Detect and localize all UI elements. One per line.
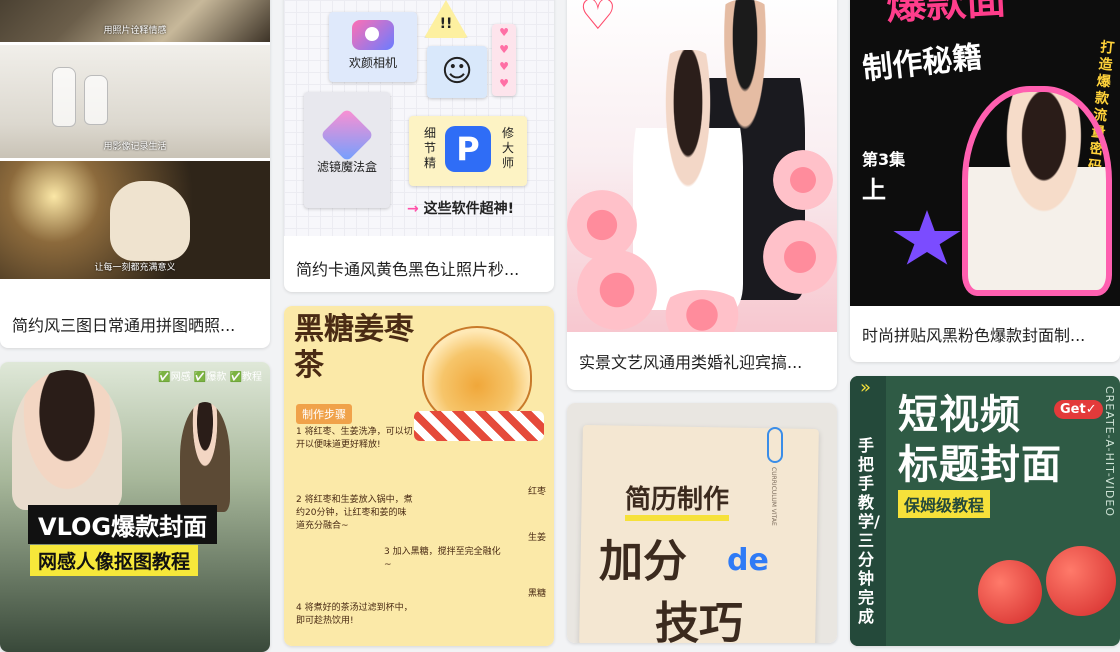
- resume-de-text: de: [727, 543, 769, 578]
- app-name-left: 细节精: [423, 126, 437, 171]
- chevron-down-icon: »: [860, 382, 871, 394]
- vertical-label: CREATE-A-HIT-VIDEO: [1103, 386, 1116, 517]
- portrait-figure: [180, 402, 230, 512]
- collage-photo-3: 让每一刻都充满意义: [0, 161, 270, 279]
- card-thumbnail: CURRICULUM VITAE 简历制作 加分 de 技巧: [567, 403, 837, 643]
- card-thumbnail: 欢颜相机 !! ☺ ♥♥♥♥ 滤镜魔法盒 细节精 P 修大师 → 这些软件超神!: [284, 0, 554, 236]
- ingredient-label: 生姜: [528, 530, 546, 543]
- feature-tags: ✅网感 ✅爆款 ✅教程: [158, 368, 262, 383]
- model-figure: [962, 86, 1112, 296]
- arrow-right-icon: →: [407, 201, 419, 217]
- card-caption-text: 简约风三图日常通用拼图晒照...: [12, 312, 235, 336]
- recipe-step: 2 将红枣和生姜放入锅中，煮约20分钟，让红枣和姜的味道充分融合~: [296, 494, 414, 533]
- slogan-text: 这些软件超神!: [424, 201, 514, 217]
- card-caption: 实景文艺风通用类婚礼迎宾搞...: [567, 332, 837, 390]
- template-card-app-recommendation[interactable]: 欢颜相机 !! ☺ ♥♥♥♥ 滤镜魔法盒 细节精 P 修大师 → 这些软件超神!…: [284, 0, 554, 292]
- ingredient-label: 黑糖: [528, 586, 546, 599]
- cover-title: 爆款面: [885, 0, 1008, 31]
- collage-photo-1: 用照片诠释情感: [0, 0, 270, 42]
- template-card-vlog-cover[interactable]: ✅网感 ✅爆款 ✅教程 VLOG爆款封面 网感人像抠图教程: [0, 362, 270, 652]
- part-label: 上: [862, 170, 886, 205]
- star-burst-icon: [892, 210, 962, 270]
- heart-icon: ♡: [579, 0, 617, 39]
- tablecloth-illustration: [414, 411, 544, 441]
- template-card-resume-tips[interactable]: CURRICULUM VITAE 简历制作 加分 de 技巧: [567, 403, 837, 643]
- flower-decoration: [577, 250, 657, 330]
- card-caption-text: 时尚拼贴风黑粉色爆款封面制...: [862, 322, 1085, 346]
- photo-subtitle: 让每一刻都充满意义: [0, 260, 270, 273]
- app-name: 滤镜魔法盒: [317, 160, 377, 174]
- resume-heading-text: 简历制作: [625, 485, 729, 521]
- app-name: 欢颜相机: [349, 56, 397, 70]
- app-name-right: 修大师: [501, 126, 515, 171]
- collage-photo-2: 用影像记录生活: [0, 45, 270, 158]
- ingredient-label: 红枣: [528, 484, 546, 497]
- flower-decoration: [657, 290, 747, 332]
- photo-subtitle: 用影像记录生活: [0, 139, 270, 152]
- flower-decoration: [773, 150, 833, 210]
- card-thumbnail: » 手把手教学/三分钟完成 短视频 标题封面 保姆级教程 Get✓ CREATE…: [850, 376, 1120, 646]
- portrait-figure: [12, 370, 122, 510]
- recipe-step: 1 将红枣、生姜洗净，可以切开以便味道更好释放!: [296, 426, 414, 452]
- video-title-line-2: 标题封面: [898, 432, 1062, 490]
- recipe-title: 黑糖姜枣茶: [294, 312, 414, 384]
- cover-slogan: → 这些软件超神!: [407, 198, 514, 218]
- resume-tips-text: 技巧: [655, 587, 743, 643]
- warning-icon: !!: [424, 0, 468, 38]
- card-caption: 简约风三图日常通用拼图晒照...: [0, 300, 270, 348]
- cover-subtitle: 网感人像抠图教程: [30, 545, 198, 576]
- card-thumbnail: 爆款面 制作秘籍 打造爆款流量密码 第3集 上: [850, 0, 1120, 306]
- episode-label: 第3集: [862, 146, 905, 170]
- lightbulb-icon: [978, 560, 1042, 624]
- card-thumbnail: ✅网感 ✅爆款 ✅教程 VLOG爆款封面 网感人像抠图教程: [0, 362, 270, 652]
- cover-subtitle: 制作秘籍: [860, 32, 984, 88]
- vase-shape: [84, 75, 108, 125]
- card-thumbnail: 用照片诠释情感 用影像记录生活 让每一刻都充满意义: [0, 0, 270, 290]
- steps-header: 制作步骤: [296, 404, 352, 424]
- resume-heading: 简历制作: [625, 479, 729, 516]
- camera-icon: [352, 20, 394, 50]
- resume-subheading: 加分: [599, 525, 687, 589]
- photo-subtitle: 用照片诠释情感: [0, 23, 270, 36]
- tutorial-tag: 保姆级教程: [898, 490, 990, 518]
- hearts-icon: ♥♥♥♥: [492, 24, 516, 96]
- paperclip-icon: [767, 427, 783, 463]
- template-card-hit-cover[interactable]: 爆款面 制作秘籍 打造爆款流量密码 第3集 上 时尚拼贴风黑粉色爆款封面制...: [850, 0, 1120, 362]
- cube-icon: [320, 108, 374, 162]
- card-caption-text: 简约卡通风黄色黑色让照片秒...: [296, 256, 519, 280]
- flower-decoration: [567, 190, 637, 260]
- app-tile-camera: 欢颜相机: [329, 12, 417, 82]
- cover-title: VLOG爆款封面: [28, 505, 217, 544]
- p-logo-icon: P: [445, 126, 491, 172]
- get-badge: Get✓: [1054, 400, 1103, 419]
- template-card-recipe[interactable]: 黑糖姜枣茶 制作步骤 1 将红枣、生姜洗净，可以切开以便味道更好释放! 2 将红…: [284, 306, 554, 646]
- card-caption: 时尚拼贴风黑粉色爆款封面制...: [850, 306, 1120, 362]
- template-grid: 用照片诠释情感 用影像记录生活 让每一刻都充满意义 简约风三图日常通用拼图晒照.…: [0, 0, 1120, 630]
- app-tile-retouch: 细节精 P 修大师: [409, 116, 527, 186]
- card-caption: 简约卡通风黄色黑色让照片秒...: [284, 244, 554, 292]
- lightbulb-icon: [1046, 546, 1116, 616]
- vertical-tagline: 手把手教学/三分钟完成: [858, 436, 876, 626]
- card-caption-text: 实景文艺风通用类婚礼迎宾搞...: [579, 349, 802, 373]
- card-thumbnail: ♡: [567, 0, 837, 332]
- vase-shape: [52, 67, 76, 127]
- template-card-wedding-welcome[interactable]: ♡ 实景文艺风通用类婚礼迎宾搞...: [567, 0, 837, 390]
- rocking-horse-shape: [110, 181, 190, 261]
- flower-decoration: [763, 220, 837, 294]
- card-thumbnail: 黑糖姜枣茶 制作步骤 1 将红枣、生姜洗净，可以切开以便味道更好释放! 2 将红…: [284, 306, 554, 646]
- recipe-step: 3 加入黑糖，搅拌至完全融化~: [384, 546, 502, 572]
- template-card-video-title[interactable]: » 手把手教学/三分钟完成 短视频 标题封面 保姆级教程 Get✓ CREATE…: [850, 376, 1120, 646]
- smile-emoji-icon: ☺: [427, 46, 487, 98]
- app-tile-filter: 滤镜魔法盒: [304, 92, 390, 208]
- vertical-label: CURRICULUM VITAE: [770, 467, 777, 526]
- recipe-step: 4 将煮好的茶汤过滤到杯中，即可趁热饮用!: [296, 602, 414, 628]
- template-card-photo-collage[interactable]: 用照片诠释情感 用影像记录生活 让每一刻都充满意义 简约风三图日常通用拼图晒照.…: [0, 0, 270, 348]
